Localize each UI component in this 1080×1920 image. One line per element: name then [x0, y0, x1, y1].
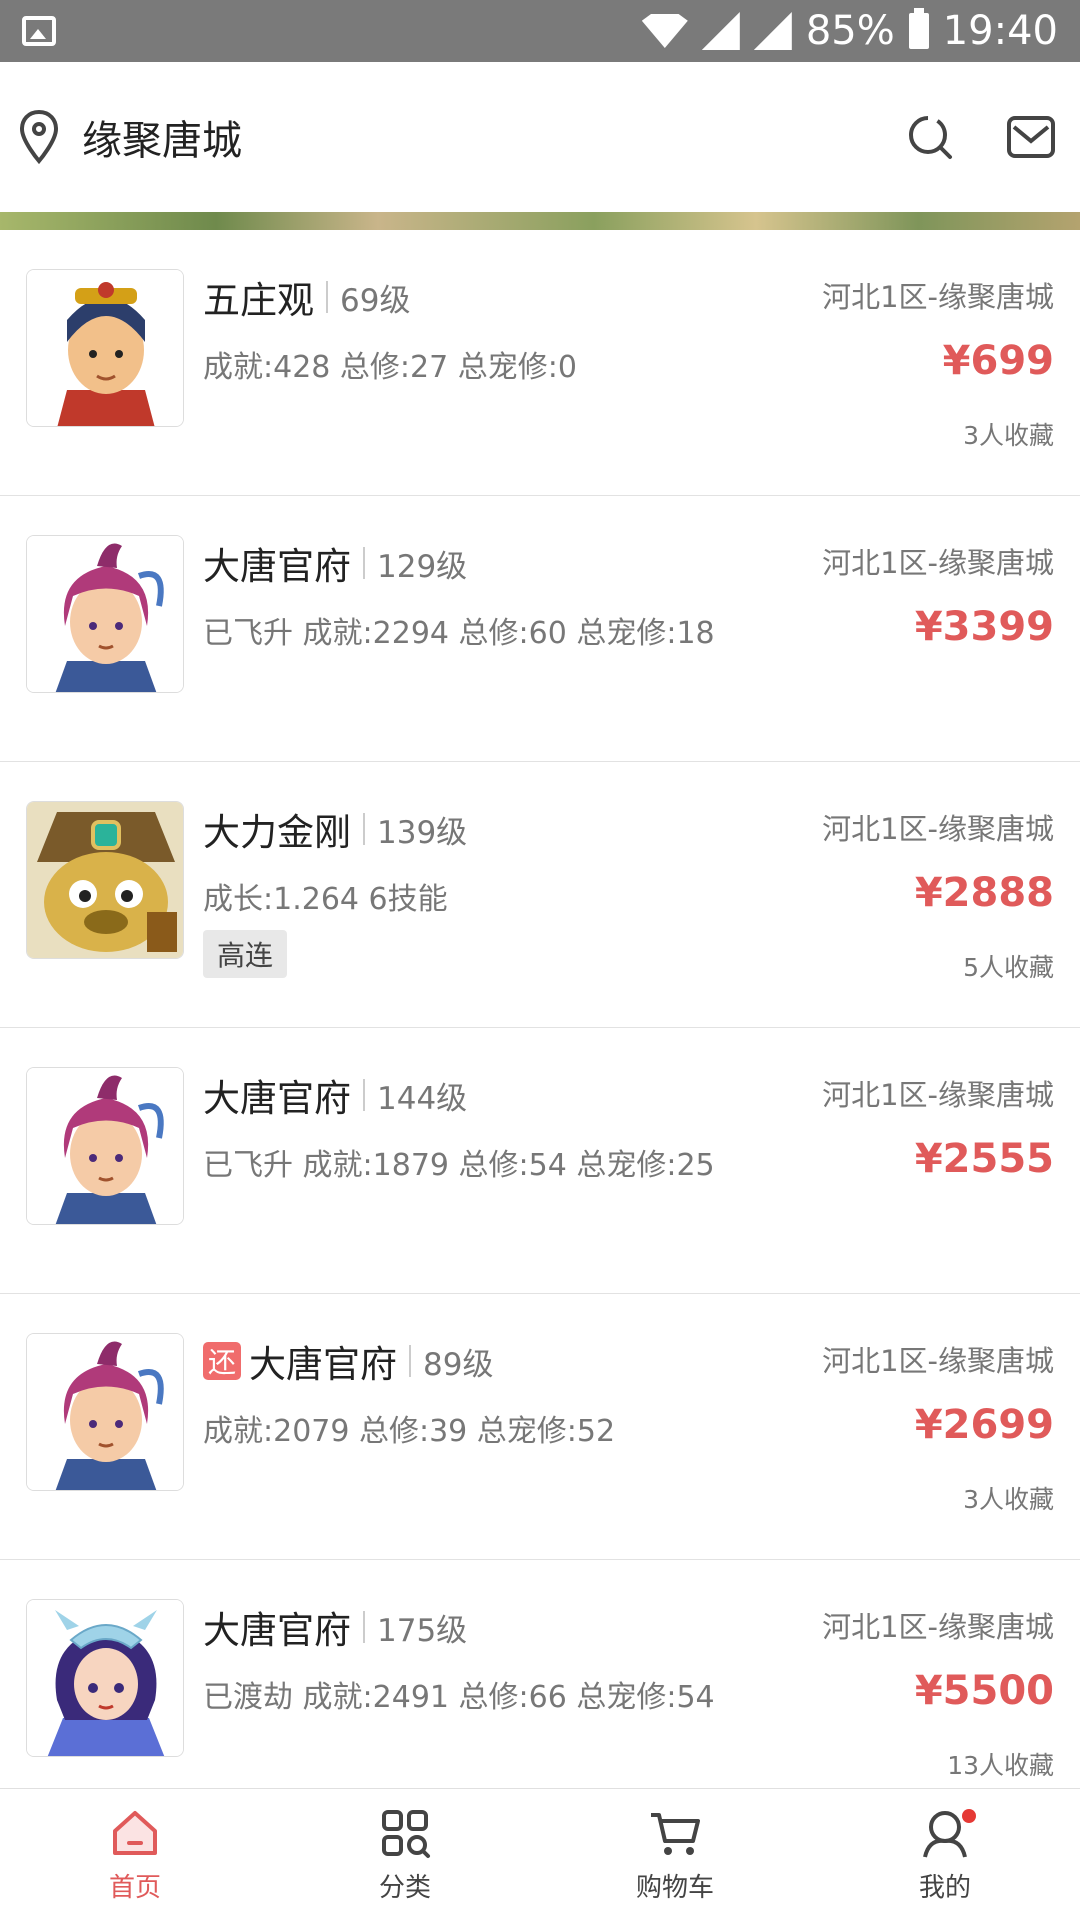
top-header: 缘聚唐城 [0, 62, 1080, 212]
character-avatar [26, 1599, 184, 1757]
listing-level: 129级 [377, 548, 468, 585]
list-item[interactable]: 大唐官府 175级 河北1区-缘聚唐城 已渡劫 成就:2491 总修:66 总宠… [0, 1560, 1080, 1826]
category-icon [382, 1810, 430, 1858]
listing-price: ¥699 [942, 338, 1054, 384]
listing-level: 139级 [377, 814, 468, 851]
favorite-count: 3人收藏 [963, 1485, 1054, 1514]
battery-icon [908, 8, 929, 49]
status-bar: 85% 19:40 [0, 0, 1080, 62]
listing-list: 五庄观 69级 河北1区-缘聚唐城 成就:428 总修:27 总宠修:0 ¥69… [0, 230, 1080, 1826]
list-item[interactable]: 大唐官府 144级 河北1区-缘聚唐城 已飞升 成就:1879 总修:54 总宠… [0, 1028, 1080, 1294]
divider [363, 547, 365, 579]
character-avatar [26, 1067, 184, 1225]
feature-tag: 高连 [203, 930, 288, 978]
signal-icon [701, 12, 740, 50]
listing-level: 144级 [377, 1080, 468, 1117]
listing-stats: 已渡劫 成就:2491 总修:66 总宠修:54 [203, 1680, 715, 1715]
listing-name: 大力金刚 [203, 811, 351, 854]
listing-name: 大唐官府 [203, 1077, 351, 1120]
server-name: 河北1区-缘聚唐城 [822, 546, 1054, 580]
divider [363, 813, 365, 845]
list-item[interactable]: 大力金刚 139级 河北1区-缘聚唐城 成长:1.264 6技能 ¥2888 高… [0, 762, 1080, 1028]
listing-price: ¥2888 [914, 870, 1054, 916]
cart-icon [651, 1813, 700, 1855]
server-name: 河北1区-缘聚唐城 [822, 1610, 1054, 1644]
divider [363, 1079, 365, 1111]
character-avatar [26, 801, 184, 959]
tab-category[interactable]: 分类 [270, 1789, 540, 1920]
image-notification-icon [22, 16, 56, 46]
listing-price: ¥3399 [914, 604, 1054, 650]
listing-stats: 成就:428 总修:27 总宠修:0 [203, 350, 577, 385]
server-name: 河北1区-缘聚唐城 [822, 812, 1054, 846]
battery-percent: 85% [805, 8, 895, 54]
search-icon[interactable] [906, 113, 954, 161]
server-name: 河北1区-缘聚唐城 [822, 1344, 1054, 1378]
tab-label: 分类 [378, 1873, 431, 1903]
divider [409, 1345, 411, 1377]
listing-price: ¥2699 [914, 1402, 1054, 1448]
listing-name: 大唐官府 [203, 1609, 351, 1652]
character-avatar [26, 535, 184, 693]
favorite-count: 5人收藏 [963, 953, 1054, 982]
listing-stats: 成长:1.264 6技能 [203, 882, 448, 917]
list-item[interactable]: 大唐官府 129级 河北1区-缘聚唐城 已飞升 成就:2294 总修:60 总宠… [0, 496, 1080, 762]
list-item[interactable]: 五庄观 69级 河北1区-缘聚唐城 成就:428 总修:27 总宠修:0 ¥69… [0, 230, 1080, 496]
tab-label: 首页 [108, 1873, 161, 1903]
listing-name: 五庄观 [203, 279, 314, 322]
listing-level: 175级 [377, 1612, 468, 1649]
favorite-count: 13人收藏 [947, 1751, 1054, 1780]
favorite-count: 3人收藏 [963, 421, 1054, 450]
character-avatar [26, 269, 184, 427]
divider [363, 1611, 365, 1643]
home-icon [113, 1811, 157, 1855]
listing-level: 89级 [423, 1346, 494, 1383]
listing-price: ¥5500 [914, 1668, 1054, 1714]
listing-stats: 已飞升 成就:1879 总修:54 总宠修:25 [203, 1148, 715, 1183]
listing-stats: 已飞升 成就:2294 总修:60 总宠修:18 [203, 616, 715, 651]
listing-level: 69级 [340, 282, 411, 319]
listing-name: 大唐官府 [249, 1343, 397, 1386]
server-name: 河北1区-缘聚唐城 [822, 1078, 1054, 1112]
tab-cart[interactable]: 购物车 [540, 1789, 810, 1920]
listing-stats: 成就:2079 总修:39 总宠修:52 [203, 1414, 616, 1449]
notification-dot [962, 1809, 976, 1823]
tab-mine[interactable]: 我的 [810, 1789, 1080, 1920]
tab-home[interactable]: 首页 [0, 1789, 270, 1920]
banner-strip[interactable] [0, 212, 1080, 230]
signal-icon-2 [753, 12, 792, 50]
message-icon[interactable] [1006, 115, 1056, 159]
tab-label: 购物车 [635, 1873, 714, 1903]
listing-name: 大唐官府 [203, 545, 351, 588]
wifi-icon [641, 14, 688, 48]
clock: 19:40 [942, 8, 1058, 54]
list-item[interactable]: 还 大唐官府 89级 河北1区-缘聚唐城 成就:2079 总修:39 总宠修:5… [0, 1294, 1080, 1560]
return-badge: 还 [203, 1342, 241, 1380]
divider [326, 281, 328, 313]
tab-label: 我的 [918, 1873, 971, 1903]
character-avatar [26, 1333, 184, 1491]
server-name: 河北1区-缘聚唐城 [822, 280, 1054, 314]
location-title[interactable]: 缘聚唐城 [82, 108, 242, 166]
location-pin-icon[interactable] [18, 109, 60, 165]
listing-price: ¥2555 [914, 1136, 1054, 1182]
bottom-tab-bar: 首页 分类 购物车 我的 [0, 1788, 1080, 1920]
